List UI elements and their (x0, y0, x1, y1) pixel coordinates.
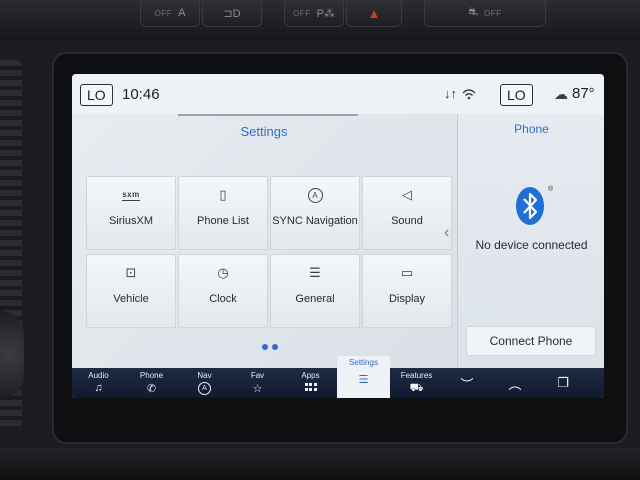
nav-favorites[interactable]: Fav ☆ (231, 368, 284, 398)
display-icon: ▭ (400, 265, 414, 280)
touchscreen: LO 10:46 ↓↑ LO ☁ 87° Settings sxm Sirius… (72, 74, 604, 398)
tile-general[interactable]: ☰ General (270, 254, 360, 328)
tile-siriusxm[interactable]: sxm SiriusXM (86, 176, 176, 250)
sliders-icon: ☰ (309, 265, 321, 280)
traction-control-icon: ⛐ (468, 6, 479, 18)
park-assist-button[interactable]: OFF P⁂ (284, 0, 344, 27)
nav-split-screen[interactable]: ❐ (539, 368, 587, 398)
auto-start-stop-icon: A (178, 7, 186, 19)
auto-start-stop-button[interactable]: OFF A (140, 0, 200, 27)
phone-status: No device connected (475, 238, 588, 252)
tile-display[interactable]: ▭ Display (362, 254, 452, 328)
page-dot (272, 344, 278, 350)
volume-knob[interactable] (0, 310, 24, 400)
bluetooth-icon (516, 187, 544, 225)
dashboard-top: OFF A ⊐D OFF P⁂ ▲ ⛐ OFF (0, 0, 640, 40)
clock-time: 10:46 (122, 86, 160, 103)
nav-settings[interactable]: Settings ☰ (337, 356, 390, 398)
clock-icon: ◷ (217, 265, 229, 280)
registered-mark: ® (548, 186, 554, 193)
chevron-down-icon: ︶ (460, 376, 474, 392)
page-title: Settings (240, 124, 288, 139)
music-note-icon: ♫ (94, 382, 103, 394)
phone-list-icon: ▯ (219, 187, 227, 202)
tile-clock[interactable]: ◷ Clock (178, 254, 268, 328)
phone-icon: ✆ (146, 383, 157, 395)
headlight-button[interactable]: ⊐D (202, 0, 262, 27)
headlight-icon: ⊐D (223, 7, 241, 20)
tile-sync-navigation[interactable]: A SYNC Navigation (270, 176, 360, 250)
wifi-icon (462, 89, 476, 100)
nav-audio[interactable]: Audio ♫ (72, 368, 125, 398)
page-dot (262, 344, 268, 350)
nav-scroll-down[interactable]: ︶ (443, 368, 491, 398)
driver-temp-button[interactable]: LO (80, 84, 113, 106)
vehicle-icon: ⊡ (125, 265, 137, 280)
apps-grid-icon (304, 383, 317, 391)
phone-panel-title: Phone (514, 122, 549, 136)
settings-panel: Settings sxm SiriusXM ▯ Phone List A SYN… (72, 114, 456, 368)
tile-phone-list[interactable]: ▯ Phone List (178, 176, 268, 250)
status-bar: LO 10:46 ↓↑ LO ☁ 87° (72, 74, 604, 114)
nav-phone[interactable]: Phone ✆ (125, 368, 178, 398)
connect-phone-button[interactable]: Connect Phone (466, 326, 596, 356)
hazard-icon: ▲ (367, 5, 381, 21)
tile-vehicle[interactable]: ⊡ Vehicle (86, 254, 176, 328)
nav-navigation[interactable]: Nav A (178, 368, 231, 398)
park-assist-icon: P⁂ (316, 7, 335, 20)
hazard-button[interactable]: ▲ (346, 0, 402, 27)
star-icon: ☆ (252, 383, 263, 395)
page-indicator[interactable] (262, 344, 278, 350)
nav-apps[interactable]: Apps (284, 368, 337, 398)
speaker-icon: ◁ (402, 187, 412, 202)
signal-arrows-icon: ↓↑ (444, 86, 457, 101)
outside-temperature: 87° (572, 85, 595, 102)
chevron-left-icon[interactable]: ‹ (444, 224, 449, 242)
tile-sound[interactable]: ◁ Sound (362, 176, 452, 250)
bottom-nav-bar: Audio ♫ Phone ✆ Nav A Fav ☆ Apps Setting… (72, 356, 604, 398)
truck-icon: ⛟ (409, 382, 424, 394)
navigation-icon: A (198, 382, 211, 395)
nav-features[interactable]: Features ⛟ (390, 368, 443, 398)
phone-panel: Phone ® No device connected Connect Phon… (457, 114, 604, 368)
settings-sliders-icon: ☰ (358, 374, 369, 386)
split-screen-icon: ❐ (557, 375, 569, 390)
panel-divider (178, 114, 358, 116)
navigation-icon: A (307, 187, 323, 203)
passenger-temp-button[interactable]: LO (500, 84, 533, 106)
traction-control-button[interactable]: ⛐ OFF (424, 0, 546, 27)
siriusxm-icon: sxm (122, 189, 140, 201)
weather-cloud-icon: ☁ (554, 86, 568, 102)
nav-scroll-up[interactable]: ︵ (491, 368, 539, 398)
dashboard-bottom (0, 448, 640, 480)
chevron-up-icon: ︵ (508, 376, 522, 392)
